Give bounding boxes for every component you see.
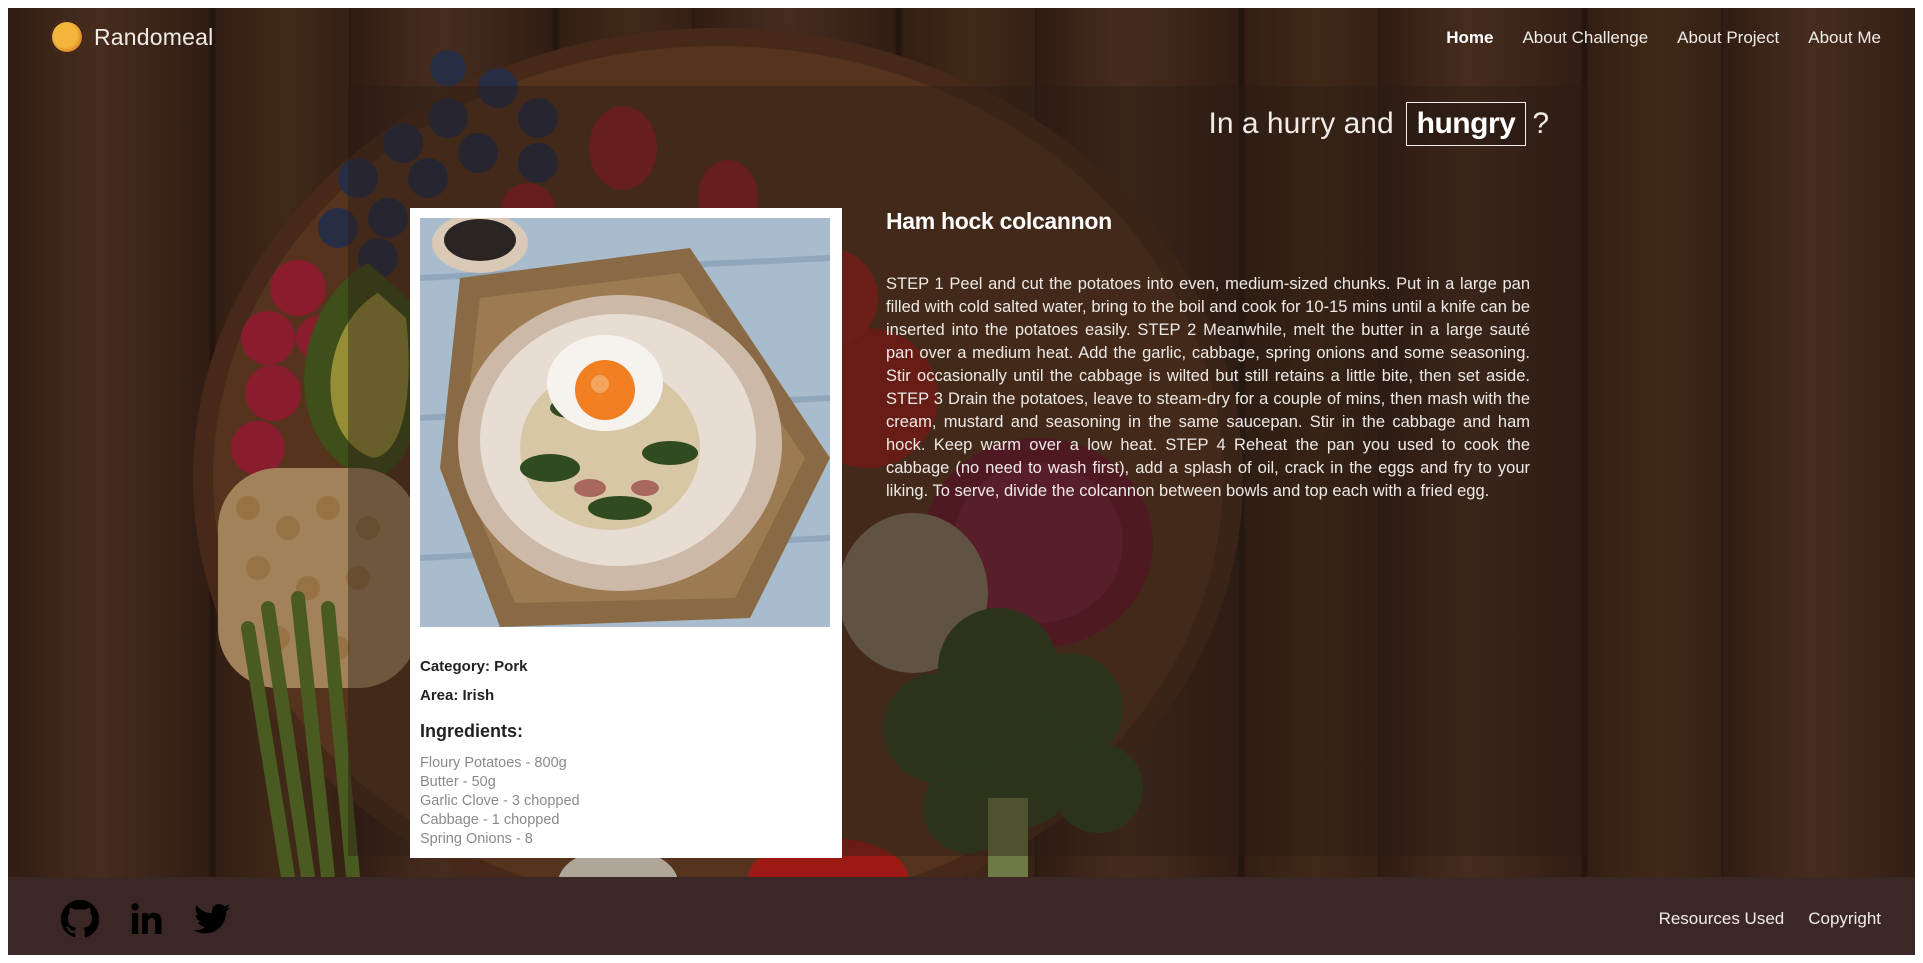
nav-link-home[interactable]: Home <box>1446 28 1493 48</box>
recipe-card: Category: Pork Area: Irish Ingredients: … <box>410 208 842 858</box>
footer-link-resources[interactable]: Resources Used <box>1659 909 1785 929</box>
nav-link-about-me[interactable]: About Me <box>1808 28 1881 48</box>
recipe-category: Category: Pork <box>420 658 528 675</box>
ingredient-item: Spring Onions - 8 <box>420 831 533 847</box>
nav-link-about-challenge[interactable]: About Challenge <box>1522 28 1648 48</box>
linkedin-icon[interactable] <box>126 899 166 939</box>
nav-link-about-project[interactable]: About Project <box>1677 28 1779 48</box>
recipe-image <box>420 218 830 627</box>
ingredient-item: Butter - 50g <box>420 774 496 790</box>
recipe-area: Area: Irish <box>420 687 495 704</box>
twitter-icon[interactable] <box>192 899 232 939</box>
recipe-meta: Category: Pork Area: Irish <box>420 658 528 716</box>
page: Randomeal Home About Challenge About Pro… <box>8 8 1915 955</box>
ingredients-list: Floury Potatoes - 800g Butter - 50g Garl… <box>420 754 580 849</box>
ingredients-heading: Ingredients: <box>420 721 524 741</box>
social-links <box>60 899 232 939</box>
tagline-hungry-button[interactable]: hungry <box>1405 102 1527 146</box>
ingredient-item: Floury Potatoes - 800g <box>420 755 567 771</box>
navbar: Randomeal Home About Challenge About Pro… <box>8 8 1915 70</box>
tagline-prefix: In a hurry and <box>1208 107 1394 140</box>
tagline-suffix: ? <box>1532 107 1549 140</box>
nav-links: Home About Challenge About Project About… <box>1446 28 1881 48</box>
recipe-instructions: STEP 1 Peel and cut the potatoes into ev… <box>886 274 1530 500</box>
footer-links: Resources Used Copyright <box>1659 909 1881 929</box>
recipe-title: Ham hock colcannon <box>886 208 1112 234</box>
brand-name: Randomeal <box>94 23 214 50</box>
footer: Resources Used Copyright <box>8 877 1915 955</box>
ingredient-item: Garlic Clove - 3 chopped <box>420 793 580 809</box>
footer-link-copyright[interactable]: Copyright <box>1808 909 1881 929</box>
ingredient-item: Cabbage - 1 chopped <box>420 812 560 828</box>
github-icon[interactable] <box>60 899 100 939</box>
brand-logo-icon <box>50 20 84 54</box>
tagline: In a hurry and hungry ? <box>1209 102 1549 146</box>
brand[interactable]: Randomeal <box>50 20 213 54</box>
